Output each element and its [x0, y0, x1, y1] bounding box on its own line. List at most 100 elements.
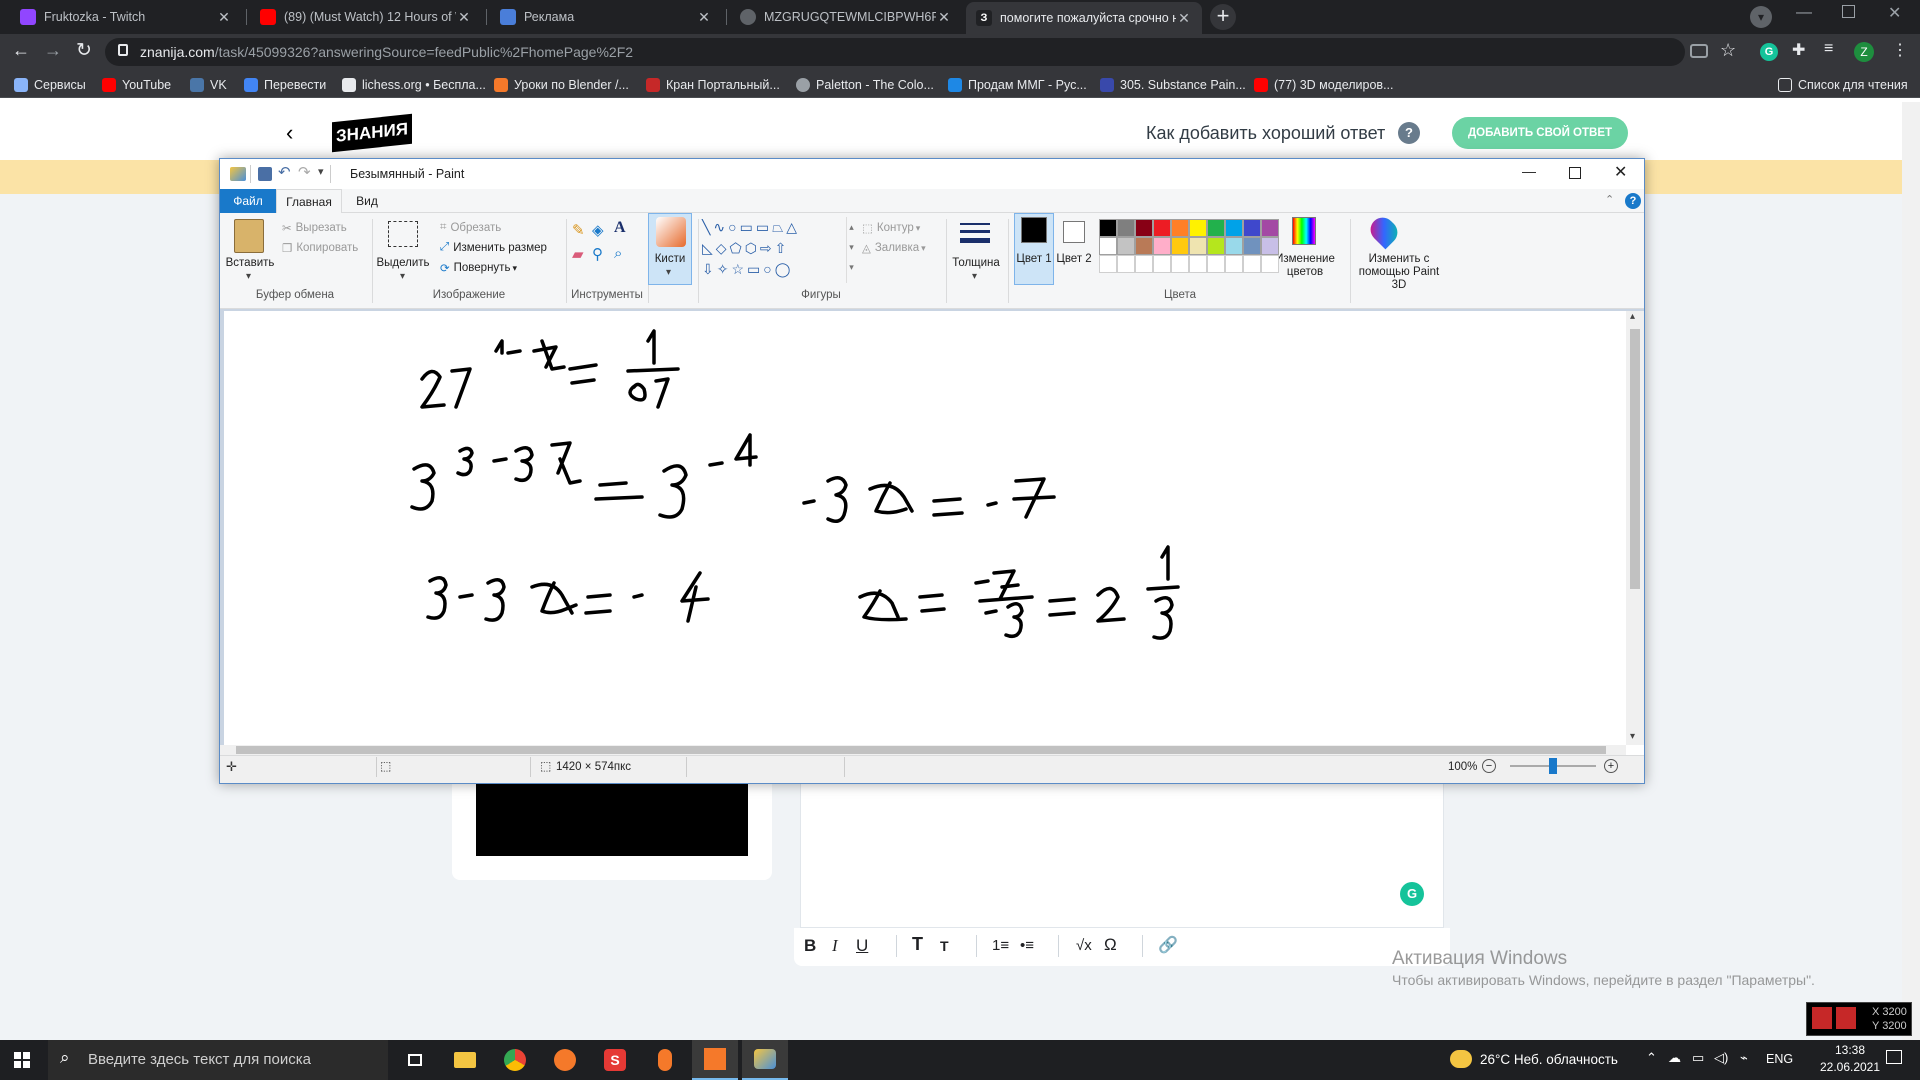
tab-view[interactable]: Вид — [342, 189, 392, 213]
clock-time[interactable]: 13:38 — [1820, 1043, 1880, 1057]
tab-twitch[interactable]: Fruktozka - Twitch ✕ — [10, 0, 242, 34]
reading-mode-icon[interactable]: ≡ — [1824, 40, 1833, 58]
size-dropdown-icon[interactable]: ▾ — [972, 271, 977, 282]
paint-taskbar-icon[interactable] — [742, 1040, 788, 1080]
undo-icon[interactable]: ↶ — [278, 163, 291, 181]
save-icon[interactable] — [258, 167, 272, 181]
palette-color[interactable] — [1207, 219, 1225, 237]
palette-color[interactable] — [1189, 219, 1207, 237]
formula-button[interactable]: √x — [1076, 937, 1092, 954]
select-dropdown-icon[interactable]: ▾ — [400, 271, 405, 282]
bullet-list-button[interactable]: •≡ — [1020, 937, 1034, 954]
tab-home[interactable]: Главная — [276, 189, 342, 214]
palette-color[interactable] — [1207, 237, 1225, 255]
custom-color-slot[interactable] — [1171, 255, 1189, 273]
palette-color[interactable] — [1135, 237, 1153, 255]
volume-icon[interactable]: ◁) — [1714, 1050, 1728, 1066]
palette-color[interactable] — [1135, 219, 1153, 237]
palette-color[interactable] — [1189, 237, 1207, 255]
close-icon[interactable]: ✕ — [216, 9, 232, 26]
text-icon[interactable]: A — [614, 219, 626, 237]
custom-color-slot[interactable] — [1207, 255, 1225, 273]
pencil-icon[interactable]: ✎ — [572, 221, 585, 239]
qat-dropdown-icon[interactable]: ▾ — [318, 165, 324, 178]
recorder-icon[interactable] — [692, 1040, 738, 1080]
tab-file[interactable]: Файл — [220, 189, 276, 213]
weather-icon[interactable] — [1450, 1050, 1472, 1068]
color2-swatch[interactable] — [1063, 221, 1085, 243]
numbered-list-button[interactable]: 1≡ — [992, 937, 1009, 954]
horizontal-scroll-thumb[interactable] — [236, 746, 1606, 754]
how-to-answer-link[interactable]: Как добавить хороший ответ — [1146, 123, 1385, 144]
clock-date[interactable]: 22.06.2021 — [1814, 1060, 1886, 1074]
bookmark-vk[interactable]: VK — [190, 76, 227, 94]
fill-icon[interactable]: ◈ — [592, 221, 604, 239]
profile-avatar[interactable]: Z — [1854, 42, 1874, 62]
magnifier-icon[interactable]: ⌕ — [614, 245, 622, 262]
answer-editor[interactable] — [800, 770, 1444, 928]
tab-ad[interactable]: Реклама ✕ — [490, 0, 722, 34]
minimize-icon[interactable]: — — [1796, 4, 1812, 22]
edit-colors-button[interactable]: Изменение цветов — [1270, 253, 1340, 279]
close-icon[interactable]: ✕ — [1176, 10, 1192, 27]
file-explorer-icon[interactable] — [442, 1040, 488, 1080]
edit-colors-icon[interactable] — [1292, 217, 1316, 245]
bookmark-services[interactable]: Сервисы — [14, 76, 86, 94]
cut-button[interactable]: ✂ Вырезать — [282, 221, 347, 235]
new-tab-button[interactable]: + — [1210, 4, 1236, 30]
custom-color-slot[interactable] — [1243, 255, 1261, 273]
page-scrollbar[interactable] — [1902, 102, 1920, 1040]
eye-off-icon[interactable] — [1690, 44, 1708, 58]
palette-color[interactable] — [1099, 219, 1117, 237]
custom-color-slot[interactable] — [1189, 255, 1207, 273]
palette-color[interactable] — [1243, 219, 1261, 237]
zoom-slider-thumb[interactable] — [1549, 758, 1557, 774]
outline-button[interactable]: ⬚ Контур ▾ — [862, 221, 920, 235]
italic-button[interactable]: I — [832, 936, 838, 956]
help-icon[interactable]: ? — [1398, 122, 1420, 144]
bookmark-translate[interactable]: Перевести — [244, 76, 326, 94]
size-button[interactable]: Толщина — [948, 257, 1004, 270]
menu-icon[interactable]: ⋮ — [1892, 40, 1908, 60]
cloud-icon[interactable]: ☁ — [1668, 1050, 1681, 1066]
rotate-button[interactable]: ⟳ Повернуть ▾ — [440, 261, 517, 275]
bookmark-youtube[interactable]: YouTube — [102, 76, 171, 94]
blender-icon[interactable] — [542, 1040, 588, 1080]
symbol-button[interactable]: Ω — [1104, 935, 1117, 955]
drawing-canvas[interactable] — [224, 311, 1626, 745]
back-arrow-icon[interactable]: ‹ — [286, 120, 293, 146]
tab-search-icon[interactable]: ▾ — [1750, 6, 1772, 28]
underline-button[interactable]: U — [856, 936, 868, 956]
resize-button[interactable]: ⤢ Изменить размер — [440, 241, 547, 254]
attachment-image[interactable] — [476, 784, 748, 856]
zoom-in-icon[interactable]: + — [1604, 759, 1618, 773]
brushes-dropdown-icon[interactable]: ▾ — [666, 267, 671, 278]
bookmark-crane[interactable]: Кран Портальный... — [646, 76, 780, 94]
close-icon[interactable]: ✕ — [696, 9, 712, 26]
minimize-icon[interactable]: — — [1522, 163, 1536, 179]
notifications-icon[interactable] — [1886, 1050, 1902, 1064]
tray-expand-icon[interactable]: ⌃ — [1646, 1050, 1657, 1066]
palette-color[interactable] — [1225, 219, 1243, 237]
weather-text[interactable]: 26°C Неб. облачность — [1480, 1052, 1618, 1067]
custom-color-slot[interactable] — [1153, 255, 1171, 273]
attach-icon[interactable]: 🔗 — [1158, 935, 1178, 955]
shapes-gallery[interactable]: ╲∿○▭▭⏢△ ◺◇⬠⬡⇨⇧ ⇩✧☆▭○◯ — [702, 217, 842, 283]
paint3d-button[interactable]: Изменить с помощью Paint 3D — [1354, 253, 1444, 292]
scroll-down-icon[interactable]: ▾ — [1630, 731, 1635, 742]
palette-color[interactable] — [1261, 237, 1279, 255]
paste-dropdown-icon[interactable]: ▾ — [246, 271, 251, 282]
grammarly-icon[interactable]: G — [1760, 43, 1778, 61]
palette-color[interactable] — [1117, 219, 1135, 237]
palette-color[interactable] — [1225, 237, 1243, 255]
custom-color-slot[interactable] — [1225, 255, 1243, 273]
audio-app-icon[interactable] — [642, 1040, 688, 1080]
palette-color[interactable] — [1153, 219, 1171, 237]
close-window-icon[interactable]: ✕ — [1888, 3, 1901, 23]
size-icon[interactable] — [960, 219, 990, 247]
network-icon[interactable]: ⌁ — [1740, 1050, 1748, 1066]
lock-icon[interactable] — [118, 44, 128, 56]
extensions-icon[interactable]: ✚ — [1792, 40, 1805, 60]
select-button[interactable]: Выделить — [376, 257, 430, 270]
maximize-icon[interactable] — [1842, 5, 1855, 18]
